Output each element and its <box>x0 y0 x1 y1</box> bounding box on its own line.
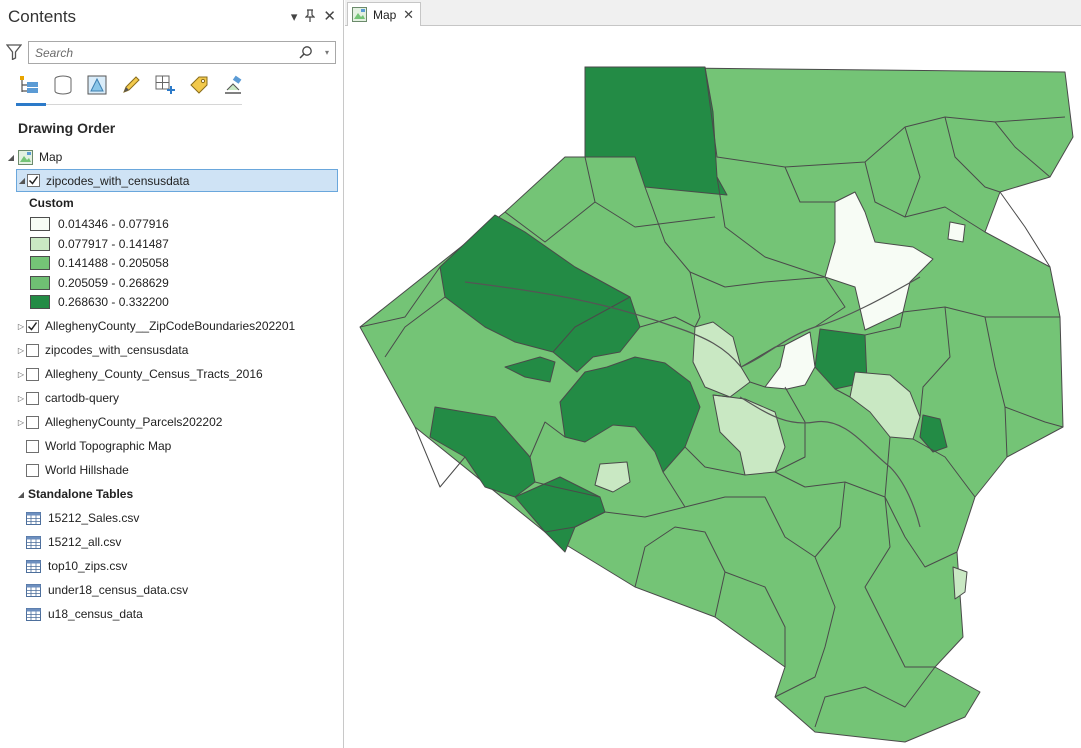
collapse-chevron-icon[interactable]: ◢ <box>16 490 26 499</box>
tree-item-layer[interactable]: World Topographic Map <box>16 435 171 457</box>
layer-visibility-checkbox[interactable] <box>27 174 40 187</box>
layer-visibility-checkbox[interactable] <box>26 463 39 477</box>
legend-swatch[interactable] <box>30 295 50 309</box>
layer-label: AlleghenyCounty_Parcels202202 <box>45 415 223 429</box>
legend-title: Custom <box>29 196 74 210</box>
zip-region-lightest <box>947 221 966 243</box>
collapse-chevron-icon[interactable]: ◢ <box>17 176 27 185</box>
map-tab-bar: Map ✕ <box>345 0 1081 26</box>
layer-label: cartodb-query <box>45 391 120 405</box>
legend-item[interactable]: 0.268630 - 0.332200 <box>30 291 169 313</box>
tree-item-layer[interactable]: ▷ AlleghenyCounty_Parcels202202 <box>16 411 223 433</box>
table-label: u18_census_data <box>48 607 143 621</box>
contents-pane: Contents ▾ ✕ ▾ <box>0 0 344 748</box>
tree-item-table[interactable]: under18_census_data.csv <box>26 579 188 601</box>
tab-map[interactable]: Map ✕ <box>347 2 421 26</box>
list-by-source-icon[interactable] <box>50 72 76 98</box>
choropleth-map[interactable] <box>345 27 1081 748</box>
layer-label: zipcodes_with_censusdata <box>46 173 190 188</box>
map-view[interactable] <box>345 27 1081 748</box>
legend-label: 0.268630 - 0.332200 <box>58 295 169 309</box>
table-icon <box>26 535 41 549</box>
expand-chevron-icon[interactable]: ▷ <box>16 418 26 427</box>
close-tab-icon[interactable]: ✕ <box>403 7 414 23</box>
layer-visibility-checkbox[interactable] <box>26 439 39 453</box>
legend-label: 0.014346 - 0.077916 <box>58 217 169 231</box>
tree-item-map[interactable]: ◢ Map <box>6 146 62 168</box>
list-by-snapping-icon[interactable] <box>152 72 178 98</box>
standalone-tables-label: Standalone Tables <box>28 487 134 501</box>
tree-item-layer[interactable]: ▷ zipcodes_with_censusdata <box>16 339 189 361</box>
search-options-chevron-icon[interactable]: ▾ <box>325 48 329 57</box>
layer-visibility-checkbox[interactable] <box>26 319 39 333</box>
search-box[interactable]: ▾ <box>28 41 336 64</box>
tab-map-label: Map <box>373 7 397 22</box>
expand-chevron-icon[interactable]: ▷ <box>16 370 26 379</box>
map-icon <box>18 149 33 165</box>
expand-chevron-icon[interactable]: ▷ <box>16 394 26 403</box>
layer-visibility-checkbox[interactable] <box>26 415 39 429</box>
arcgis-pro-window: Contents ▾ ✕ ▾ <box>0 0 1081 748</box>
map-label: Map <box>39 150 63 164</box>
layer-label: zipcodes_with_censusdata <box>45 343 189 357</box>
list-by-drawing-order-icon[interactable] <box>16 72 42 98</box>
layer-label: Allegheny_County_Census_Tracts_2016 <box>45 367 263 381</box>
legend-swatch[interactable] <box>30 256 50 270</box>
legend-swatch[interactable] <box>30 217 50 231</box>
tree-item-table[interactable]: 15212_all.csv <box>26 531 121 553</box>
map-icon <box>352 7 367 22</box>
table-label: 15212_all.csv <box>48 535 122 549</box>
legend-swatch[interactable] <box>30 236 50 251</box>
toolbar-active-indicator <box>16 103 46 106</box>
list-by-perspective-imagery-icon[interactable] <box>220 72 246 98</box>
close-icon[interactable]: ✕ <box>323 9 336 26</box>
list-by-selection-icon[interactable] <box>84 72 110 98</box>
tree-item-table[interactable]: 15212_Sales.csv <box>26 507 139 529</box>
toolbar-divider <box>16 104 242 105</box>
tree-item-selected-layer[interactable]: ◢ zipcodes_with_censusdata <box>16 169 338 192</box>
expand-chevron-icon[interactable]: ▷ <box>16 322 26 331</box>
table-label: top10_zips.csv <box>48 559 128 573</box>
search-icon[interactable] <box>299 45 313 59</box>
legend-label: 0.077917 - 0.141487 <box>58 236 169 251</box>
layer-label: World Topographic Map <box>45 439 172 453</box>
table-icon <box>26 583 41 597</box>
table-icon <box>26 607 41 621</box>
table-icon <box>26 559 41 573</box>
tree-item-layer[interactable]: ▷ Allegheny_County_Census_Tracts_2016 <box>16 363 263 385</box>
filter-icon[interactable] <box>6 44 22 60</box>
layer-label: World Hillshade <box>45 463 129 477</box>
collapse-chevron-icon[interactable]: ◢ <box>6 153 16 162</box>
layer-label: AlleghenyCounty__ZipCodeBoundaries202201 <box>45 319 296 333</box>
contents-header: Contents ▾ ✕ <box>0 0 344 36</box>
pin-icon[interactable] <box>304 9 316 26</box>
table-icon <box>26 511 41 525</box>
table-label: 15212_Sales.csv <box>48 511 140 525</box>
tree-item-standalone-tables[interactable]: ◢ Standalone Tables <box>16 483 133 505</box>
layer-visibility-checkbox[interactable] <box>26 343 39 357</box>
legend-label: 0.141488 - 0.205058 <box>58 256 169 270</box>
search-input[interactable] <box>29 42 289 63</box>
pane-menu-icon[interactable]: ▾ <box>291 9 298 26</box>
contents-toolbar <box>16 72 246 98</box>
legend-label: 0.205059 - 0.268629 <box>58 275 169 290</box>
expand-chevron-icon[interactable]: ▷ <box>16 346 26 355</box>
tree-item-layer[interactable]: ▷ cartodb-query <box>16 387 119 409</box>
contents-title: Contents <box>8 7 77 26</box>
tree-item-layer[interactable]: World Hillshade <box>16 459 129 481</box>
list-by-editing-icon[interactable] <box>118 72 144 98</box>
drawing-order-heading: Drawing Order <box>18 120 116 136</box>
zip-region-light <box>952 566 968 600</box>
pane-controls: ▾ ✕ <box>291 9 336 26</box>
tree-item-table[interactable]: top10_zips.csv <box>26 555 127 577</box>
legend-swatch[interactable] <box>30 275 50 290</box>
table-label: under18_census_data.csv <box>48 583 189 597</box>
tree-item-layer[interactable]: ▷ AlleghenyCounty__ZipCodeBoundaries20220… <box>16 315 295 337</box>
list-by-labeling-icon[interactable] <box>186 72 212 98</box>
tree-item-table[interactable]: u18_census_data <box>26 603 143 625</box>
layer-visibility-checkbox[interactable] <box>26 391 39 405</box>
layer-visibility-checkbox[interactable] <box>26 367 39 381</box>
